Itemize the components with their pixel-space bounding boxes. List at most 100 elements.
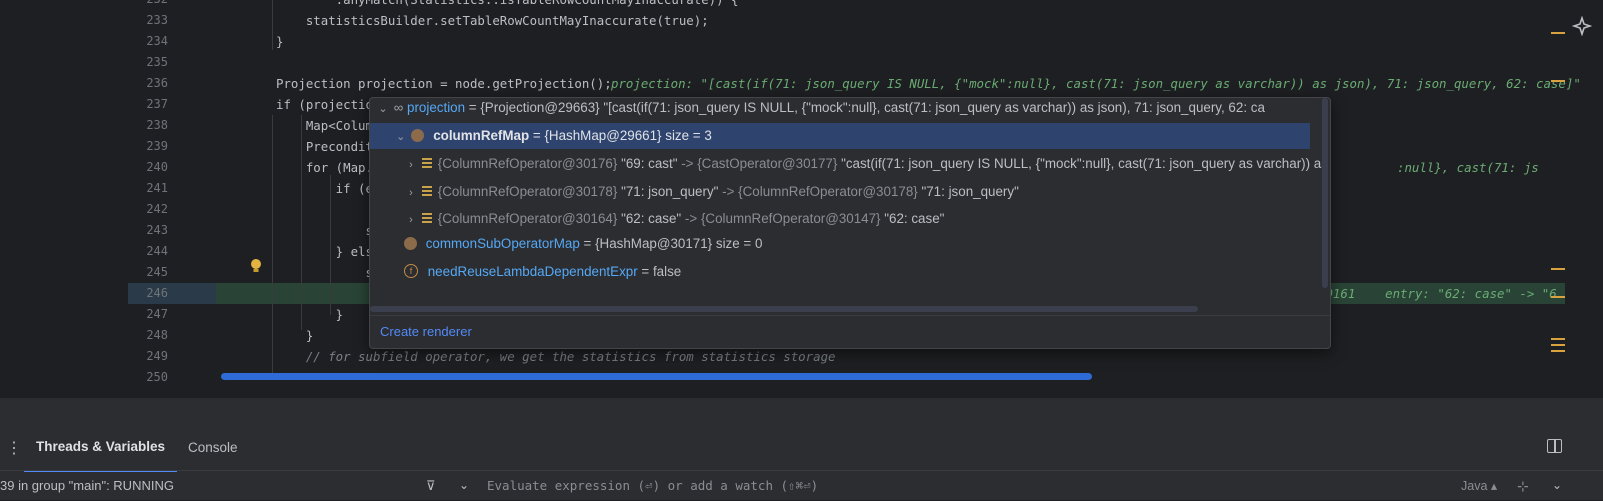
- line-number[interactable]: 248: [0, 325, 168, 346]
- line-number[interactable]: 241: [0, 178, 168, 199]
- entry-key: "62: case": [621, 211, 682, 226]
- object-icon: [404, 236, 417, 250]
- code-line: if (e: [276, 181, 373, 196]
- line-number[interactable]: 236: [0, 73, 168, 94]
- chevron-down-icon[interactable]: ⌄: [376, 98, 390, 122]
- more-options-icon[interactable]: ⋮: [6, 438, 22, 458]
- field-icon: f: [404, 264, 418, 279]
- line-number[interactable]: 242: [0, 199, 168, 220]
- variable-name: commonSubOperatorMap: [425, 236, 580, 251]
- line-number[interactable]: 235: [0, 52, 168, 73]
- entry-arrow: ->: [677, 156, 698, 171]
- entry-arrow: ->: [718, 183, 739, 199]
- error-stripe-mark[interactable]: [1551, 344, 1565, 346]
- evaluate-expression-input[interactable]: Evaluate expression (⏎) or add a watch (…: [487, 471, 818, 501]
- tree-row-needReuseLambdaDependentExpr[interactable]: f needReuseLambdaDependentExpr = false: [404, 259, 681, 285]
- inline-debug-value: projection: "[cast(if(71: json_query IS …: [611, 76, 1581, 91]
- variable-value: = {Projection@29663} "[cast(if(71: json_…: [465, 100, 1265, 115]
- line-number[interactable]: 250: [0, 367, 168, 388]
- variable-value: = {HashMap@30171} size = 0: [579, 236, 763, 251]
- map-entry-row[interactable]: › {ColumnRefOperator@30178} "71: json_qu…: [404, 179, 1019, 205]
- line-number[interactable]: 247: [0, 304, 168, 325]
- code-line: }: [276, 307, 344, 322]
- line-number[interactable]: 243: [0, 220, 168, 241]
- popup-vertical-scrollbar[interactable]: [1322, 98, 1328, 288]
- entry-value: "62: case": [884, 211, 945, 226]
- error-stripe-mark[interactable]: [1551, 350, 1565, 352]
- line-number[interactable]: 237: [0, 94, 168, 115]
- object-icon: [411, 128, 425, 142]
- code-line: }: [276, 328, 314, 343]
- line-number[interactable]: 239: [0, 136, 168, 157]
- entry-key: "71: json_query": [621, 183, 719, 199]
- entry-value-ref: {ColumnRefOperator@30147}: [700, 211, 885, 226]
- code-line: Precondit: [276, 139, 373, 154]
- entry-value-ref: {ColumnRefOperator@30178}: [738, 183, 922, 199]
- create-renderer-link[interactable]: Create renderer: [380, 324, 472, 339]
- tree-row-columnRefMap[interactable]: ⌄ columnRefMap = {HashMap@29661} size = …: [370, 123, 1310, 149]
- error-stripe-mark[interactable]: [1551, 296, 1565, 298]
- chevron-right-icon[interactable]: ›: [404, 180, 418, 206]
- code-line: Projection projection = node.getProjecti…: [276, 76, 612, 91]
- code-line: .anyMatch(Statistics::isTableRowCountMay…: [276, 0, 739, 10]
- language-selector[interactable]: Java ▴: [1461, 471, 1497, 501]
- line-number[interactable]: 244: [0, 241, 168, 262]
- tab-console[interactable]: Console: [176, 426, 250, 470]
- thread-status[interactable]: 39 in group "main": RUNNING: [0, 471, 174, 501]
- debug-tool-window: ⋮ Threads & Variables Console 39 in grou…: [0, 398, 1603, 500]
- line-number[interactable]: 246: [0, 283, 168, 304]
- code-line: }: [276, 34, 284, 49]
- tree-row-commonSubOperatorMap[interactable]: commonSubOperatorMap = {HashMap@30171} s…: [404, 231, 762, 257]
- code-line: s: [276, 265, 373, 280]
- error-stripe-mark[interactable]: [1551, 32, 1565, 34]
- tree-row-projection[interactable]: ⌄ ∞ projection = {Projection@29663} "[ca…: [370, 98, 1310, 122]
- variable-name: needReuseLambdaDependentExpr: [427, 264, 638, 279]
- entry-value-ref: {CastOperator@30177}: [697, 156, 842, 171]
- popup-horizontal-scrollbar[interactable]: [370, 306, 1198, 312]
- variable-name: columnRefMap: [433, 128, 530, 143]
- entry-value: "71: json_query": [921, 183, 1019, 199]
- layout-icon[interactable]: [1547, 439, 1562, 453]
- chevron-down-icon[interactable]: ⌄: [1552, 470, 1562, 500]
- editor-horizontal-scrollbar[interactable]: [221, 373, 1092, 380]
- variable-value: = false: [637, 264, 682, 279]
- entry-key-ref: {ColumnRefOperator@30176}: [437, 156, 622, 171]
- chevron-down-icon[interactable]: ⌄: [394, 124, 408, 150]
- code-line: Map<Colum: [276, 118, 373, 133]
- error-stripe-mark[interactable]: [1551, 80, 1565, 82]
- add-watch-icon[interactable]: ⊹: [1517, 471, 1529, 501]
- tab-threads-variables[interactable]: Threads & Variables: [24, 426, 178, 472]
- entry-key: "69: cast": [621, 156, 678, 171]
- ai-assistant-icon[interactable]: [1571, 15, 1593, 37]
- code-line: // for subfield operator, we get the sta…: [276, 349, 836, 364]
- map-entry-row[interactable]: › {ColumnRefOperator@30176} "69: cast" -…: [404, 151, 1330, 178]
- code-line: statisticsBuilder.setTableRowCountMayIna…: [276, 13, 709, 28]
- map-entry-row[interactable]: › {ColumnRefOperator@30164} "62: case" -…: [404, 206, 944, 232]
- language-label: Java: [1461, 479, 1488, 493]
- entry-key-ref: {ColumnRefOperator@30164}: [437, 211, 622, 226]
- chevron-right-icon[interactable]: ›: [404, 152, 418, 178]
- chevron-right-icon[interactable]: ›: [404, 207, 418, 233]
- entry-key-ref: {ColumnRefOperator@30178}: [437, 183, 622, 199]
- filter-icon[interactable]: ⊽: [426, 471, 436, 501]
- debugger-value-popup[interactable]: ⌄ ∞ projection = {Projection@29663} "[ca…: [369, 97, 1331, 349]
- code-line: if (projectio: [276, 97, 373, 112]
- map-entry-icon: [421, 212, 432, 225]
- line-number[interactable]: 232: [0, 0, 168, 10]
- line-number[interactable]: 245: [0, 262, 168, 283]
- variable-value: = {HashMap@29661} size = 3: [529, 128, 712, 143]
- watch-glasses-icon: ∞: [393, 100, 404, 115]
- line-number[interactable]: 249: [0, 346, 168, 367]
- entry-arrow: ->: [681, 211, 701, 226]
- selection-marker: [369, 127, 370, 145]
- error-stripe-mark[interactable]: [1551, 268, 1565, 270]
- bulb-icon[interactable]: [249, 258, 263, 274]
- map-entry-icon: [421, 157, 432, 170]
- chevron-down-icon[interactable]: ⌄: [459, 470, 469, 500]
- line-number[interactable]: 234: [0, 31, 168, 52]
- inline-debug-value: 30161 entry: "62: case" -> "6: [1318, 286, 1557, 301]
- line-number[interactable]: 240: [0, 157, 168, 178]
- line-number[interactable]: 233: [0, 10, 168, 31]
- error-stripe-mark[interactable]: [1551, 338, 1565, 340]
- line-number[interactable]: 238: [0, 115, 168, 136]
